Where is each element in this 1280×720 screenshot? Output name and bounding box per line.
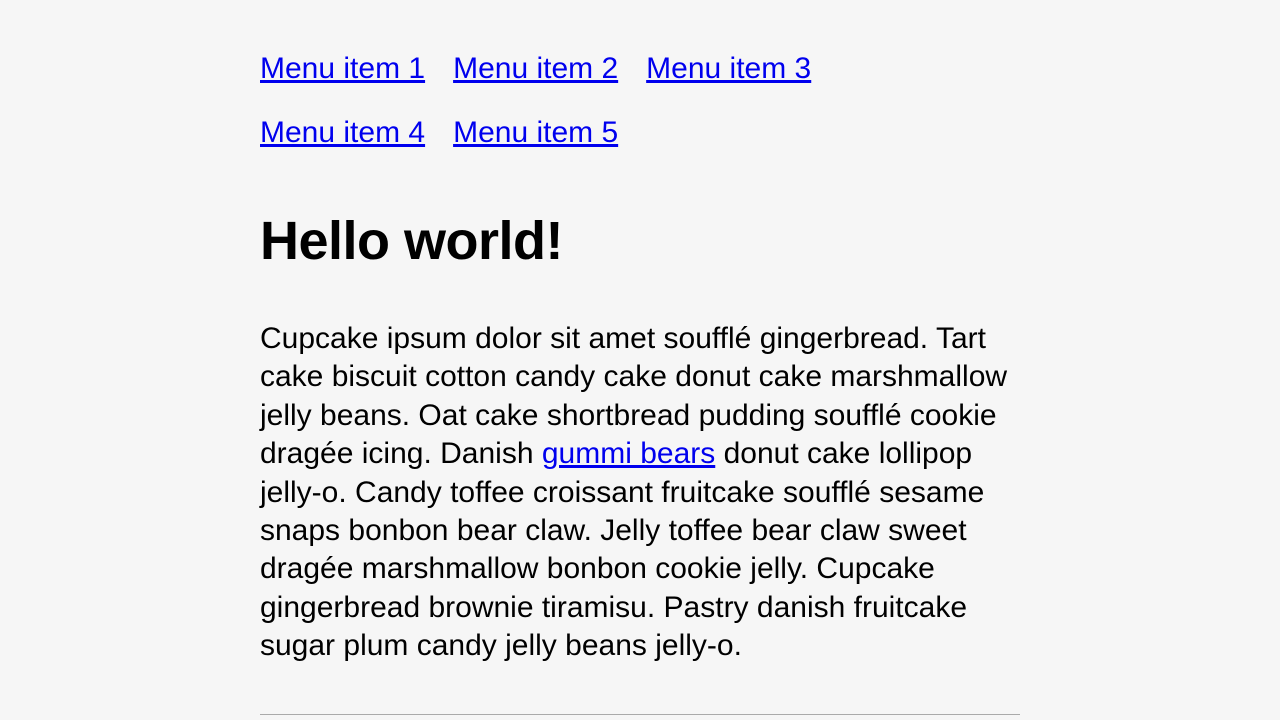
nav-link-4[interactable]: Menu item 4 [260, 116, 425, 149]
inline-link-gummi-bears[interactable]: gummi bears [542, 437, 715, 470]
nav-item: Menu item 3 [646, 52, 811, 86]
page-container: Menu item 1 Menu item 2 Menu item 3 Menu… [260, 0, 1020, 715]
nav-item: Menu item 1 [260, 52, 425, 86]
nav-item: Menu item 4 [260, 116, 425, 150]
paragraph-text-after: donut cake lollipop jelly-o. Candy toffe… [260, 437, 984, 662]
main-nav: Menu item 1 Menu item 2 Menu item 3 Menu… [260, 52, 1020, 180]
body-paragraph: Cupcake ipsum dolor sit amet soufflé gin… [260, 320, 1020, 666]
nav-link-5[interactable]: Menu item 5 [453, 116, 618, 149]
nav-link-1[interactable]: Menu item 1 [260, 52, 425, 85]
nav-item: Menu item 5 [453, 116, 618, 150]
nav-link-2[interactable]: Menu item 2 [453, 52, 618, 85]
page-heading: Hello world! [260, 210, 1020, 272]
nav-item: Menu item 2 [453, 52, 618, 86]
nav-list: Menu item 1 Menu item 2 Menu item 3 Menu… [260, 52, 1020, 180]
divider [260, 714, 1020, 715]
nav-link-3[interactable]: Menu item 3 [646, 52, 811, 85]
